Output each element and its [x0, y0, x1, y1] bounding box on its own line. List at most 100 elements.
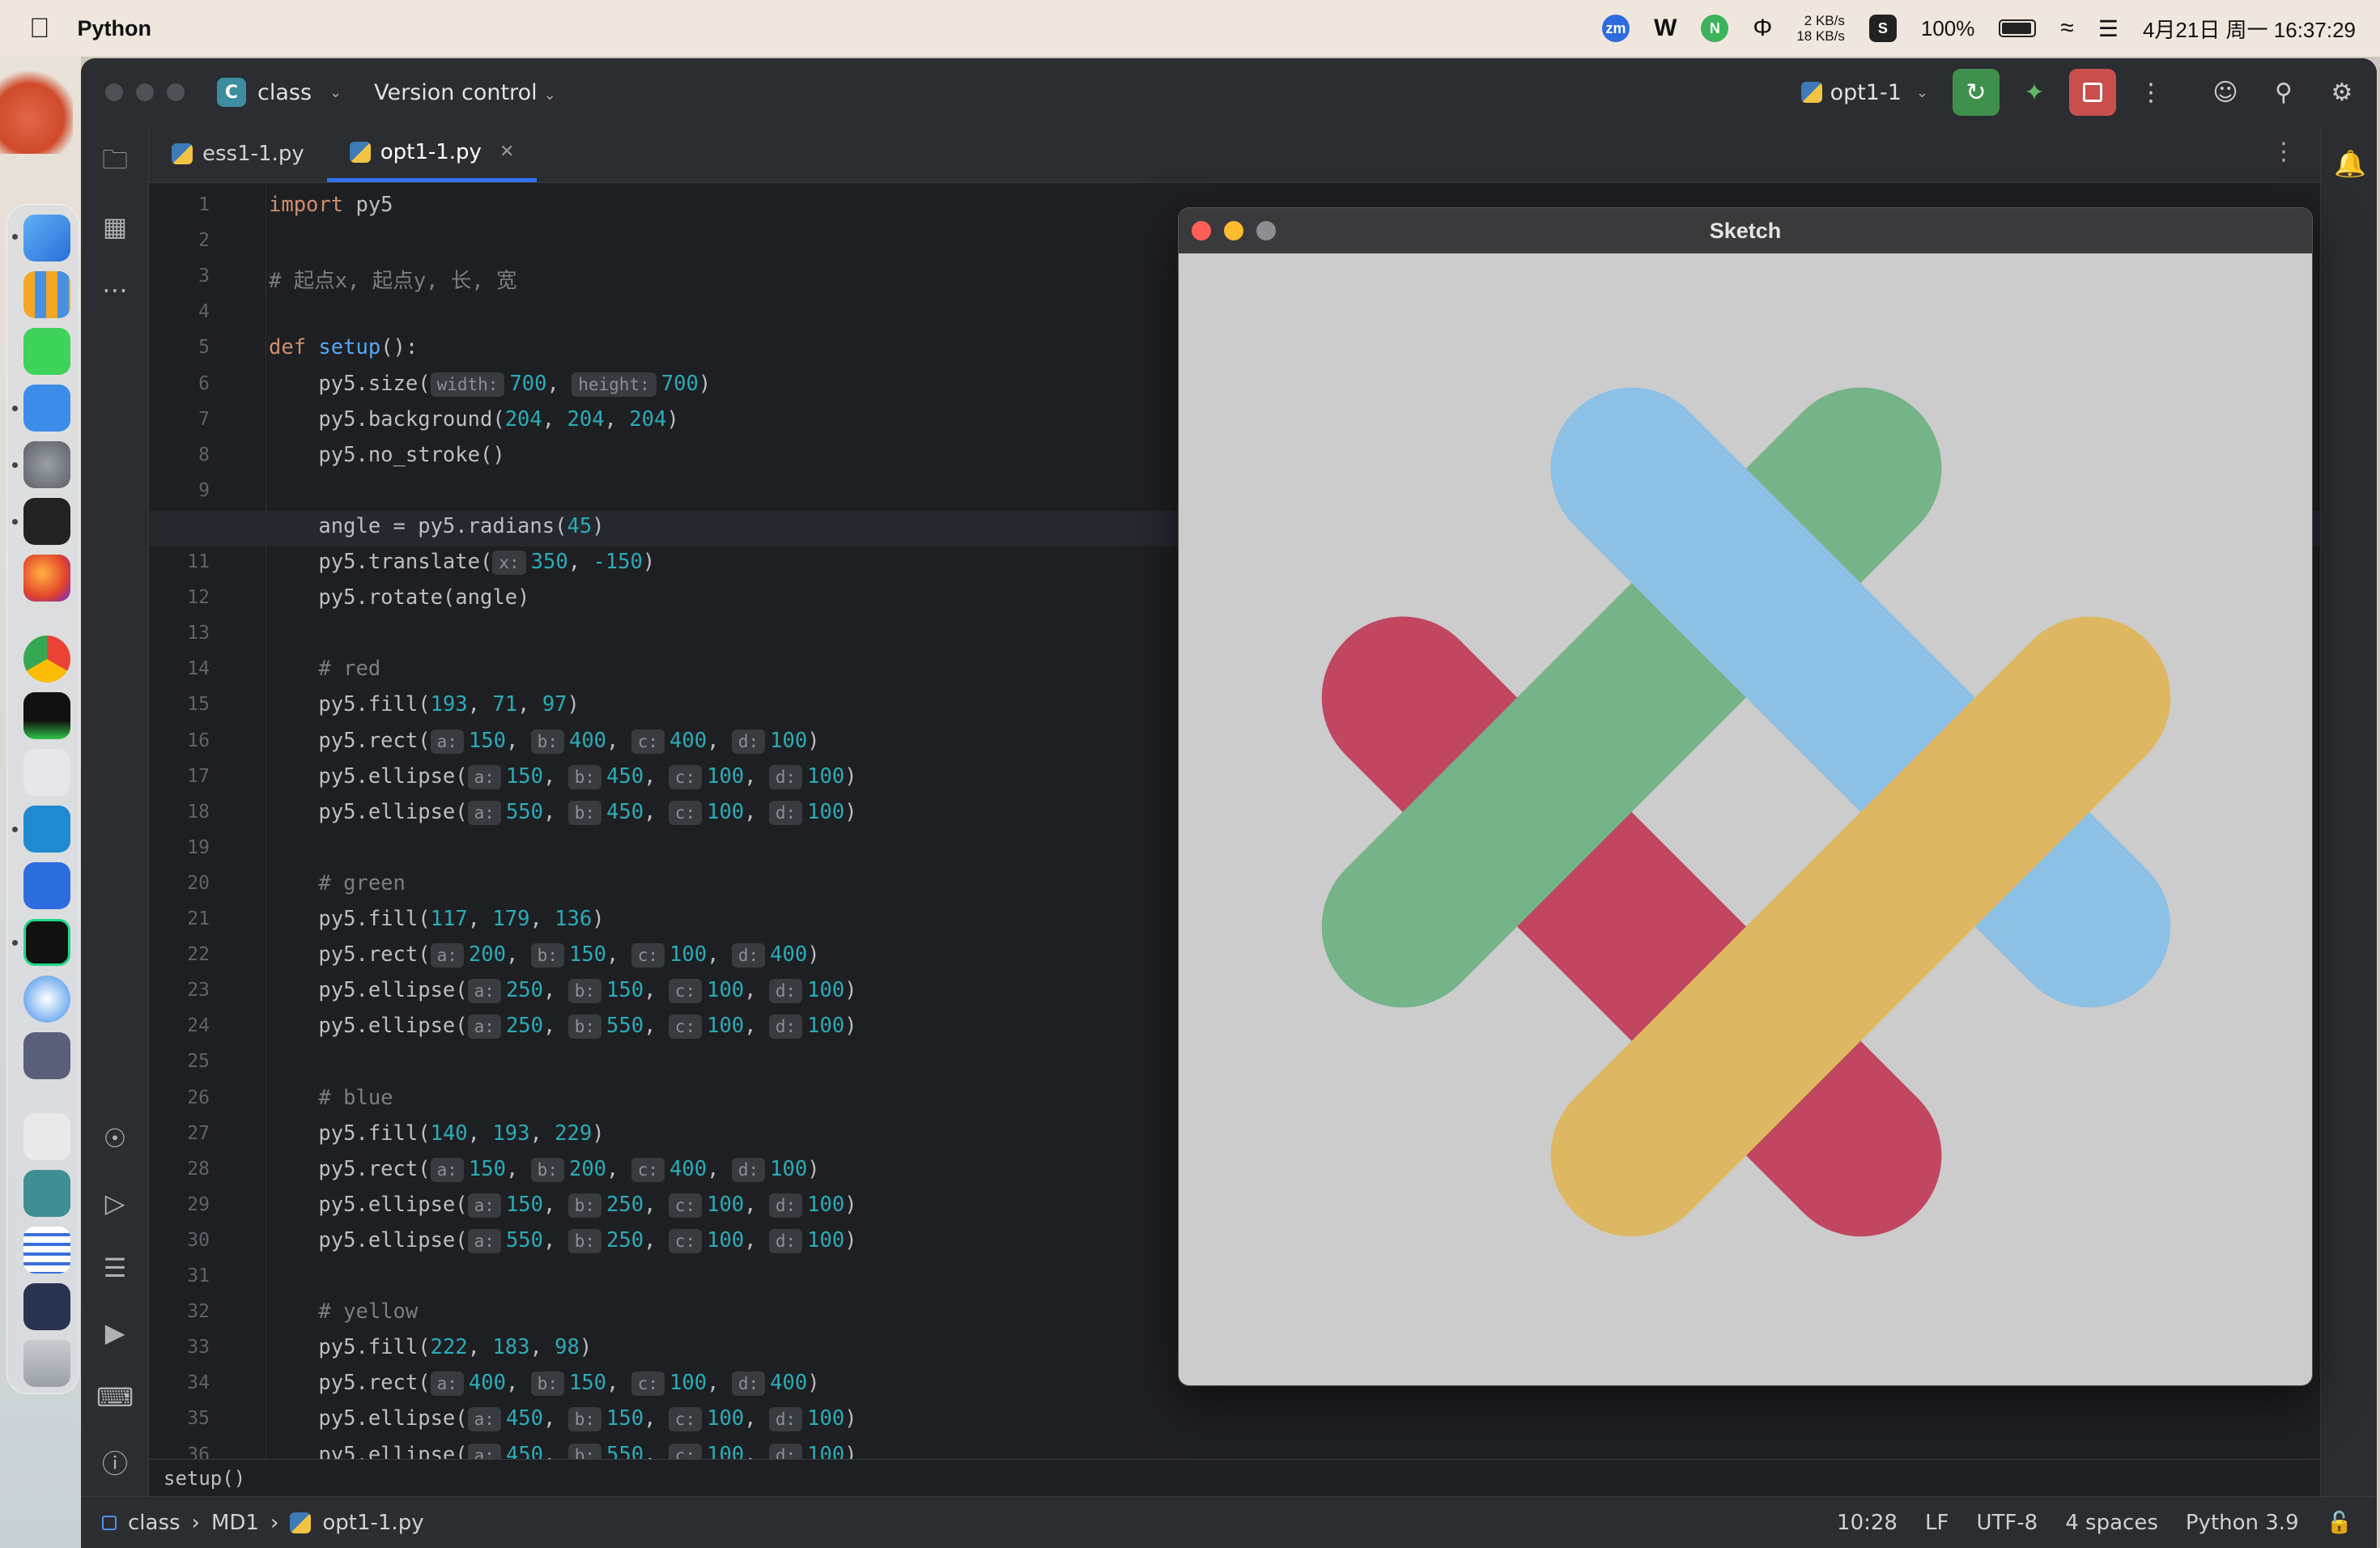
- battery-icon[interactable]: [1999, 19, 2037, 37]
- line-number[interactable]: 17: [149, 766, 210, 787]
- line-number[interactable]: 13: [149, 623, 210, 644]
- python-console-icon[interactable]: ☉: [97, 1121, 133, 1156]
- vscode-icon[interactable]: [23, 806, 70, 853]
- audio-app-icon[interactable]: [23, 749, 70, 796]
- file-encoding[interactable]: UTF-8: [1976, 1511, 2038, 1535]
- code-line[interactable]: py5.ellipse(a: 250, b: 550, c: 100, d: 100): [269, 1014, 857, 1040]
- code-line[interactable]: py5.fill(140, 193, 229): [269, 1121, 604, 1146]
- window-close-button[interactable]: [105, 83, 123, 101]
- code-line[interactable]: # yellow: [269, 1299, 418, 1324]
- chrome-icon[interactable]: [23, 636, 70, 683]
- line-number[interactable]: 21: [149, 908, 210, 929]
- notifications-icon[interactable]: 🔔: [2332, 146, 2368, 181]
- safari-icon[interactable]: [23, 976, 70, 1023]
- desktop-folder-icon[interactable]: [23, 1170, 70, 1217]
- run-tool-icon[interactable]: ▷: [97, 1185, 133, 1221]
- run-config-selector[interactable]: opt1-1 ⌄: [1800, 80, 1928, 105]
- status-path-project[interactable]: class: [128, 1511, 181, 1535]
- line-number[interactable]: 8: [149, 444, 210, 466]
- line-number[interactable]: 34: [149, 1372, 210, 1393]
- line-number[interactable]: 30: [149, 1230, 210, 1251]
- code-line[interactable]: # red: [269, 657, 380, 681]
- printer-icon[interactable]: [23, 1113, 70, 1160]
- code-line[interactable]: def setup():: [269, 335, 418, 359]
- code-line[interactable]: import py5: [269, 193, 393, 217]
- code-line[interactable]: py5.rotate(angle): [269, 585, 529, 610]
- code-line[interactable]: py5.ellipse(a: 550, b: 450, c: 100, d: 100): [269, 800, 857, 825]
- line-number[interactable]: 3: [149, 266, 210, 287]
- terminal-icon[interactable]: [23, 498, 70, 545]
- line-number[interactable]: 25: [149, 1051, 210, 1072]
- window-zoom-button[interactable]: [167, 83, 185, 101]
- line-number[interactable]: 26: [149, 1087, 210, 1108]
- sublime-icon[interactable]: S: [1868, 15, 1897, 42]
- code-line[interactable]: py5.ellipse(a: 450, b: 150, c: 100, d: 100): [269, 1406, 857, 1432]
- line-number[interactable]: 18: [149, 802, 210, 823]
- problems-icon[interactable]: ⓘ: [97, 1444, 133, 1480]
- line-number[interactable]: 1: [149, 194, 210, 215]
- code-line[interactable]: py5.translate(x: 350, -150): [269, 550, 655, 575]
- line-number[interactable]: 20: [149, 873, 210, 894]
- line-number[interactable]: 6: [149, 373, 210, 394]
- stop-button[interactable]: [2069, 69, 2116, 116]
- line-number[interactable]: 12: [149, 587, 210, 608]
- window-minimize-button[interactable]: [136, 83, 154, 101]
- line-number[interactable]: 2: [149, 230, 210, 251]
- line-number[interactable]: 31: [149, 1265, 210, 1286]
- cursor-position[interactable]: 10:28: [1837, 1511, 1898, 1535]
- status-path-folder[interactable]: MD1: [211, 1511, 259, 1535]
- code-line[interactable]: py5.ellipse(a: 250, b: 150, c: 100, d: 100): [269, 978, 857, 1004]
- mail-icon[interactable]: [23, 385, 70, 432]
- line-number[interactable]: 19: [149, 837, 210, 858]
- wifi-icon[interactable]: ≈: [2060, 15, 2073, 42]
- tabs-more-icon[interactable]: ⋮: [2272, 138, 2296, 166]
- code-line[interactable]: py5.background(204, 204, 204): [269, 407, 678, 432]
- line-number[interactable]: 22: [149, 944, 210, 965]
- finder-icon[interactable]: [23, 215, 70, 262]
- structure-icon[interactable]: ▦: [97, 209, 133, 245]
- trash-icon[interactable]: [23, 1340, 70, 1387]
- control-center-icon[interactable]: ☰: [2098, 15, 2119, 42]
- line-number[interactable]: 4: [149, 301, 210, 322]
- line-number[interactable]: 32: [149, 1301, 210, 1322]
- tab-ess1-1[interactable]: ess1-1.py: [149, 125, 327, 182]
- code-line[interactable]: py5.ellipse(a: 450, b: 550, c: 100, d: 100): [269, 1443, 857, 1459]
- code-line[interactable]: # blue: [269, 1086, 393, 1110]
- line-number[interactable]: 33: [149, 1337, 210, 1358]
- gear-icon[interactable]: ⚙: [2318, 69, 2365, 116]
- code-line[interactable]: py5.fill(193, 71, 97): [269, 692, 579, 717]
- line-number[interactable]: 24: [149, 1015, 210, 1036]
- search-icon[interactable]: ⚲: [2260, 69, 2307, 116]
- code-line[interactable]: py5.ellipse(a: 150, b: 450, c: 100, d: 100): [269, 764, 857, 789]
- 3d-app-icon[interactable]: [23, 1032, 70, 1079]
- project-selector[interactable]: C class ⌄: [217, 78, 342, 107]
- line-number[interactable]: 36: [149, 1444, 210, 1460]
- messages-icon[interactable]: [23, 328, 70, 375]
- code-line[interactable]: py5.no_stroke(): [269, 443, 504, 467]
- system-settings-icon[interactable]: [23, 441, 70, 488]
- terminal-tool-icon[interactable]: ⌨: [96, 1380, 134, 1415]
- code-line[interactable]: py5.rect(a: 200, b: 150, c: 100, d: 400): [269, 942, 820, 968]
- typewriter-icon[interactable]: Φ: [1753, 15, 1772, 42]
- line-number[interactable]: 9: [149, 480, 210, 501]
- line-number[interactable]: 5: [149, 337, 210, 358]
- lock-icon[interactable]: 🔓: [2327, 1511, 2352, 1535]
- sketch-canvas[interactable]: [1179, 253, 2312, 1385]
- zoom-icon[interactable]: zm: [1602, 15, 1630, 42]
- status-path-file[interactable]: opt1-1.py: [322, 1511, 423, 1535]
- add-user-icon[interactable]: ☺: [2202, 69, 2249, 116]
- calendar-grid-icon[interactable]: [23, 1227, 70, 1274]
- code-line[interactable]: py5.ellipse(a: 550, b: 250, c: 100, d: 100): [269, 1228, 857, 1253]
- zoom-app-icon[interactable]: [23, 862, 70, 909]
- python-interpreter[interactable]: Python 3.9: [2186, 1511, 2299, 1535]
- code-line[interactable]: py5.rect(a: 400, b: 150, c: 100, d: 400): [269, 1371, 820, 1397]
- code-line[interactable]: py5.ellipse(a: 150, b: 250, c: 100, d: 100): [269, 1193, 857, 1218]
- code-line[interactable]: py5.rect(a: 150, b: 400, c: 400, d: 100): [269, 729, 820, 754]
- clock[interactable]: 4月21日 周一 16:37:29: [2143, 14, 2356, 44]
- indent-setting[interactable]: 4 spaces: [2065, 1511, 2158, 1535]
- line-number[interactable]: 16: [149, 730, 210, 751]
- pycharm-icon[interactable]: [23, 919, 70, 966]
- nvidia-icon[interactable]: N: [1701, 15, 1729, 42]
- tab-opt1-1[interactable]: opt1-1.py ✕: [326, 125, 538, 182]
- vectorize-icon[interactable]: W: [1654, 15, 1677, 42]
